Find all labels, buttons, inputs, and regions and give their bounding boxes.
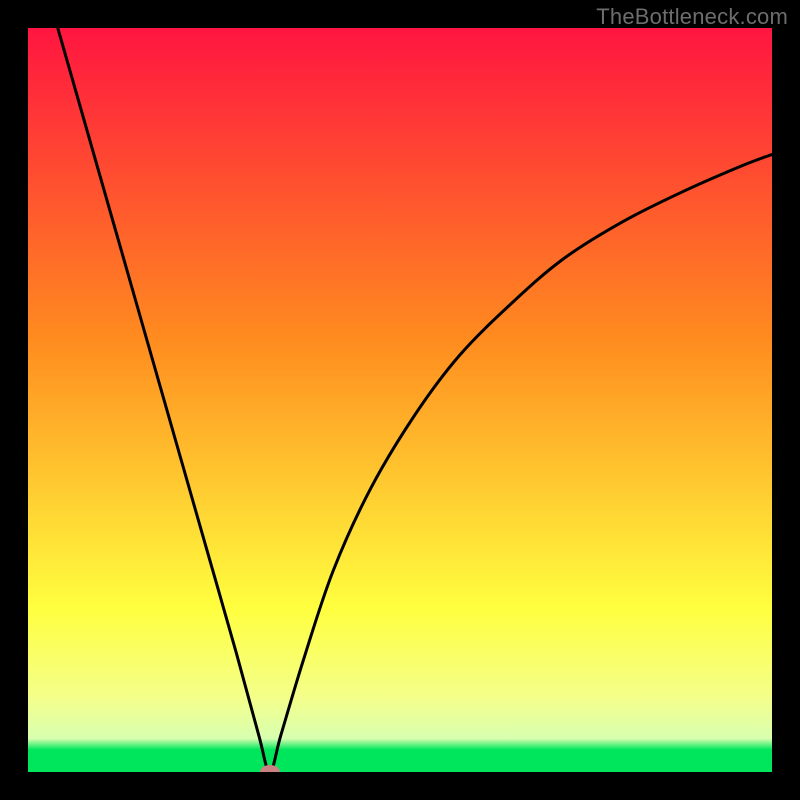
chart-frame: TheBottleneck.com xyxy=(0,0,800,800)
plot-area xyxy=(28,28,772,772)
bottleneck-curve xyxy=(28,28,772,772)
watermark-text: TheBottleneck.com xyxy=(596,4,788,30)
optimum-marker xyxy=(260,765,280,772)
